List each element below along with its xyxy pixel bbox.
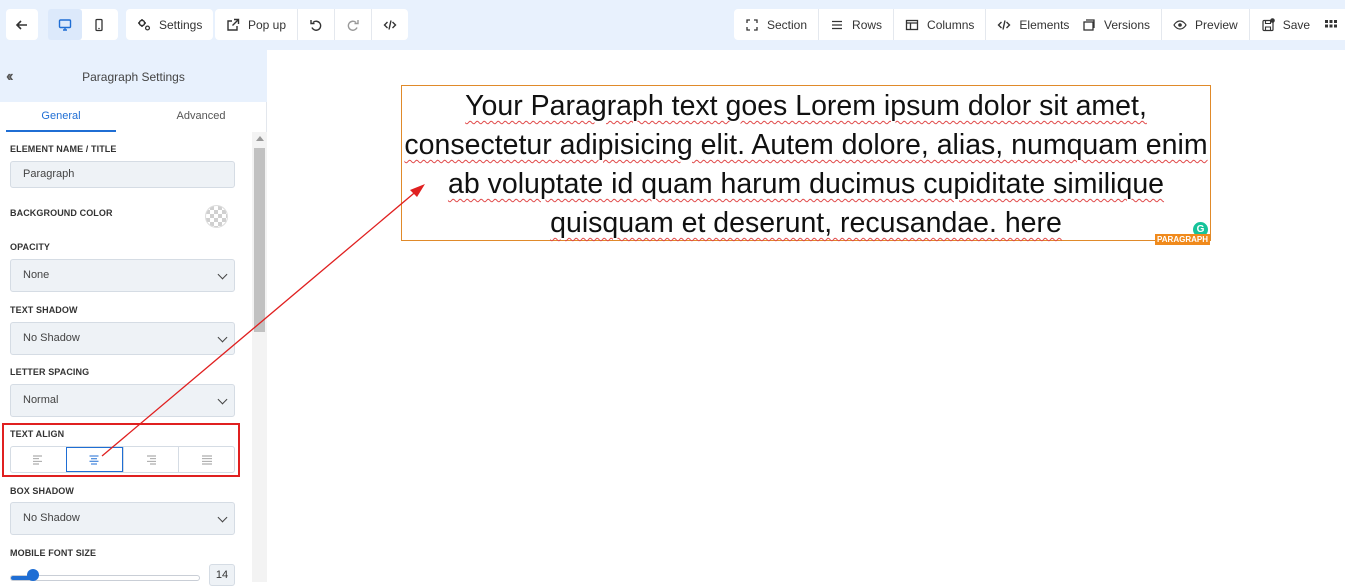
- top-toolbar: Settings Pop up Section Rows Columns Ele…: [0, 0, 1345, 50]
- chevron-down-icon: [217, 512, 228, 523]
- gears-icon: [137, 18, 151, 32]
- apps-group: [1314, 9, 1345, 40]
- undo-icon: [309, 18, 323, 32]
- box-shadow-value: No Shadow: [23, 512, 80, 524]
- versions-label: Versions: [1104, 17, 1151, 32]
- popup-label: Pop up: [248, 17, 287, 32]
- align-center-icon: [87, 453, 101, 467]
- code-button[interactable]: [371, 9, 408, 40]
- box-shadow-label: BOX SHADOW: [10, 486, 74, 496]
- letter-spacing-value: Normal: [23, 394, 59, 406]
- save-icon: [1261, 17, 1275, 32]
- scroll-thumb[interactable]: [254, 148, 265, 332]
- box-shadow-select[interactable]: No Shadow: [10, 502, 235, 535]
- tab-advanced[interactable]: Advanced: [146, 102, 256, 132]
- letter-spacing-label: LETTER SPACING: [10, 367, 90, 377]
- background-color-label: BACKGROUND COLOR: [10, 208, 113, 218]
- preview-button[interactable]: Preview: [1161, 9, 1249, 40]
- chevron-down-icon: [217, 269, 228, 280]
- versions-icon: [1082, 18, 1096, 32]
- text-align-label: TEXT ALIGN: [10, 429, 65, 439]
- align-justify-button[interactable]: [178, 447, 234, 472]
- align-justify-icon: [200, 453, 214, 467]
- align-right-icon: [144, 453, 158, 467]
- scroll-up-arrow[interactable]: [256, 136, 264, 141]
- columns-button[interactable]: Columns: [893, 9, 985, 40]
- mobile-font-size-label: MOBILE FONT SIZE: [10, 548, 97, 558]
- sidebar-tabs: General Advanced: [6, 102, 267, 132]
- save-button[interactable]: Save: [1248, 9, 1321, 40]
- text-shadow-value: No Shadow: [23, 332, 80, 344]
- mobile-font-size-input[interactable]: 14: [209, 564, 235, 586]
- preview-label: Preview: [1195, 17, 1238, 32]
- sidebar-body: ELEMENT NAME / TITLE Paragraph BACKGROUN…: [0, 132, 252, 586]
- columns-icon: [905, 18, 919, 32]
- chevron-down-icon: [217, 332, 228, 343]
- settings-button[interactable]: Settings: [126, 9, 213, 40]
- popup-button[interactable]: Pop up: [215, 9, 297, 40]
- align-left-button[interactable]: [11, 447, 66, 472]
- background-color-picker[interactable]: [205, 205, 228, 228]
- code-icon: [997, 18, 1011, 32]
- grid-icon: [1324, 18, 1338, 32]
- element-type-tag: PARAGRAPH: [1155, 234, 1210, 245]
- code-icon: [383, 18, 397, 32]
- sidebar-scrollbar[interactable]: [252, 132, 267, 582]
- back-button[interactable]: [6, 9, 38, 40]
- back-group: [6, 9, 38, 40]
- editor-canvas: Your Paragraph text goes Lorem ipsum dol…: [268, 50, 1345, 582]
- text-shadow-label: TEXT SHADOW: [10, 305, 78, 315]
- versions-button[interactable]: Versions: [1071, 9, 1161, 40]
- expand-icon: [745, 18, 759, 32]
- device-group: [48, 9, 118, 40]
- desktop-icon: [58, 18, 72, 32]
- apps-menu-button[interactable]: [1314, 9, 1345, 40]
- undo-button[interactable]: [297, 9, 334, 40]
- elements-button[interactable]: Elements: [985, 9, 1080, 40]
- align-left-icon: [31, 453, 45, 467]
- elements-label: Elements: [1019, 17, 1070, 32]
- section-button[interactable]: Section: [734, 9, 818, 40]
- settings-group: Settings: [126, 9, 214, 40]
- desktop-view-button[interactable]: [48, 9, 82, 40]
- letter-spacing-select[interactable]: Normal: [10, 384, 235, 417]
- section-label: Section: [767, 17, 808, 32]
- external-link-icon: [226, 18, 240, 32]
- text-shadow-select[interactable]: No Shadow: [10, 322, 235, 355]
- opacity-select[interactable]: None: [10, 259, 235, 292]
- align-right-button[interactable]: [122, 447, 179, 472]
- tab-general[interactable]: General: [6, 102, 116, 132]
- element-name-input[interactable]: Paragraph: [10, 161, 235, 188]
- mobile-view-button[interactable]: [82, 9, 116, 40]
- eye-icon: [1173, 18, 1187, 32]
- publish-group: Versions Preview Save: [1071, 9, 1322, 40]
- rows-label: Rows: [852, 17, 883, 32]
- sidebar-title: Paragraph Settings: [82, 70, 185, 84]
- element-name-label: ELEMENT NAME / TITLE: [10, 144, 117, 154]
- paragraph-element[interactable]: Your Paragraph text goes Lorem ipsum dol…: [401, 85, 1211, 245]
- arrow-left-icon: [15, 18, 29, 32]
- sidebar-header: ‹‹ Paragraph Settings: [0, 50, 267, 102]
- opacity-label: OPACITY: [10, 242, 51, 252]
- slider-handle[interactable]: [26, 569, 39, 581]
- save-label: Save: [1282, 17, 1311, 32]
- redo-button[interactable]: [334, 9, 371, 40]
- opacity-value: None: [23, 269, 50, 281]
- paragraph-text[interactable]: Your Paragraph text goes Lorem ipsum dol…: [404, 90, 1207, 239]
- edit-group: Pop up: [215, 9, 409, 40]
- columns-label: Columns: [927, 17, 975, 32]
- chevron-down-icon: [217, 394, 228, 405]
- rows-button[interactable]: Rows: [818, 9, 893, 40]
- structure-group: Section Rows Columns Elements: [734, 9, 1081, 40]
- mobile-icon: [92, 18, 106, 32]
- align-center-button[interactable]: [65, 447, 123, 472]
- rows-icon: [830, 18, 844, 32]
- settings-sidebar: ‹‹ Paragraph Settings General Advanced E…: [0, 50, 267, 586]
- redo-icon: [346, 18, 360, 32]
- text-align-group: [10, 446, 235, 473]
- settings-label: Settings: [159, 17, 203, 32]
